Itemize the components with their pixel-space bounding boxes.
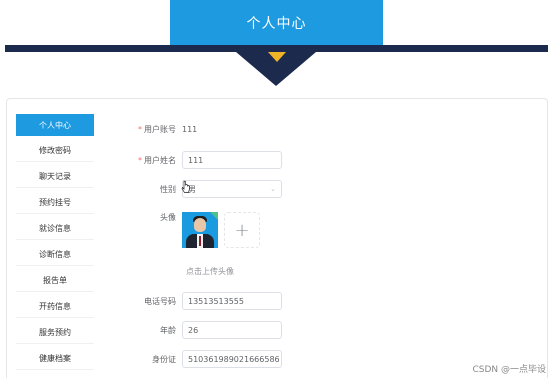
age-input[interactable]: 26 <box>182 321 282 339</box>
sidebar-item-label: 开药信息 <box>39 302 71 311</box>
sidebar-item-profile[interactable]: 个人中心 <box>16 114 94 136</box>
sidebar-item-label: 个人中心 <box>39 120 71 130</box>
phone-label: 电话号码 <box>144 296 176 306</box>
sidebar-item-diagnosis-info[interactable]: 诊断信息 <box>16 244 94 266</box>
sidebar-item-visit-info[interactable]: 就诊信息 <box>16 218 94 240</box>
form-row-gender: 性别 男 ⌄ <box>110 180 282 198</box>
form-row-id-card: 身份证 510361989021666586 <box>110 350 282 368</box>
sidebar-menu: 个人中心 修改密码 聊天记录 预约挂号 就诊信息 诊断信息 报告单 开药信息 服… <box>16 114 94 374</box>
id-card-label: 身份证 <box>152 354 176 364</box>
name-input[interactable]: 111 <box>182 151 282 169</box>
header-arrow-tip-decoration <box>268 52 286 62</box>
page-header-title: 个人中心 <box>170 0 383 46</box>
gender-label: 性别 <box>160 184 176 194</box>
form-row-name: * 用户姓名 111 <box>110 151 282 169</box>
name-label: * 用户姓名 <box>138 155 176 165</box>
avatar-upload-button[interactable]: + <box>224 212 260 248</box>
sidebar-item-label: 聊天记录 <box>39 172 71 181</box>
gender-select[interactable]: 男 ⌄ <box>182 180 282 198</box>
sidebar-item-chat-records[interactable]: 聊天记录 <box>16 166 94 188</box>
form-row-account: * 用户账号 111 <box>110 124 197 135</box>
age-label: 年龄 <box>160 325 176 335</box>
chevron-down-icon: ⌄ <box>270 185 276 193</box>
avatar[interactable] <box>182 212 218 248</box>
sidebar-item-label: 修改密码 <box>39 146 71 155</box>
upload-success-badge <box>210 212 218 220</box>
avatar-label: 头像 <box>160 213 176 222</box>
account-label: * 用户账号 <box>138 125 176 134</box>
watermark: CSDN @一点毕设 <box>472 365 546 375</box>
sidebar-item-label: 报告单 <box>43 276 67 285</box>
phone-input[interactable]: 13513513555 <box>182 292 282 310</box>
sidebar-item-label: 预约挂号 <box>39 198 71 207</box>
form-row-avatar: 头像 + <box>110 212 260 248</box>
required-asterisk: * <box>138 125 142 134</box>
mouse-cursor-icon <box>181 180 190 193</box>
header-divider-bar <box>5 45 548 52</box>
avatar-upload-hint: 点击上传头像 <box>186 267 234 276</box>
sidebar-item-label: 诊断信息 <box>39 250 71 259</box>
plus-icon: + <box>234 219 250 241</box>
required-asterisk: * <box>138 155 142 165</box>
sidebar-item-label: 健康档案 <box>39 354 71 363</box>
sidebar-item-reports[interactable]: 报告单 <box>16 270 94 292</box>
sidebar-item-label: 服务预约 <box>39 328 71 337</box>
sidebar-item-service-booking[interactable]: 服务预约 <box>16 322 94 344</box>
id-card-input[interactable]: 510361989021666586 <box>182 350 282 368</box>
sidebar-item-prescriptions[interactable]: 开药信息 <box>16 296 94 318</box>
account-value: 111 <box>182 125 198 134</box>
sidebar-item-label: 就诊信息 <box>39 224 71 233</box>
sidebar-item-change-password[interactable]: 修改密码 <box>16 140 94 162</box>
sidebar-item-appointment-registration[interactable]: 预约挂号 <box>16 192 94 214</box>
sidebar-item-health-records[interactable]: 健康档案 <box>16 348 94 370</box>
form-row-age: 年龄 26 <box>110 321 282 339</box>
form-row-phone: 电话号码 13513513555 <box>110 292 282 310</box>
